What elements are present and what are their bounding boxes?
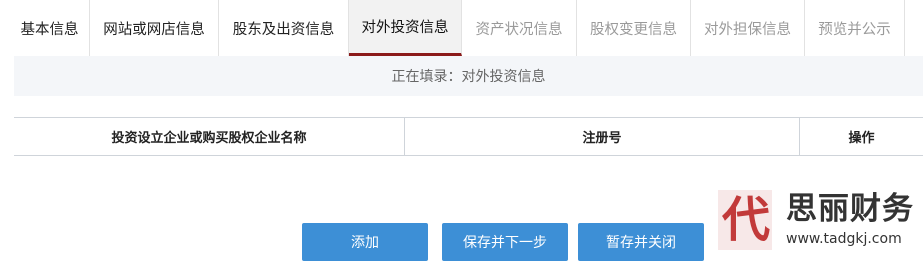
save-close-button[interactable]: 暂存并关闭 (578, 223, 704, 261)
tab-label: 预览并公示 (818, 21, 891, 38)
watermark-logo: 代 思丽财务 www.tadgkj.com (718, 190, 923, 260)
tab-bar: 基本信息 网站或网店信息 股东及出资信息 对外投资信息 资产状况信息 股权变更信… (10, 0, 923, 56)
tab-shareholder-info[interactable]: 股东及出资信息 (219, 0, 349, 56)
logo-char: 代 (722, 192, 771, 248)
status-text: 正在填录：对外投资信息 (391, 69, 546, 85)
tab-preview-publish[interactable]: 预览并公示 (805, 0, 905, 56)
tab-basic-info[interactable]: 基本信息 (10, 0, 90, 56)
save-next-button[interactable]: 保存并下一步 (442, 223, 568, 261)
tab-asset-status[interactable]: 资产状况信息 (462, 0, 577, 56)
tab-label: 基本信息 (20, 21, 79, 38)
logo-name: 思丽财务 (786, 191, 914, 227)
tab-label: 对外担保信息 (704, 21, 791, 38)
column-header-registration-number: 注册号 (405, 118, 800, 155)
tab-external-guarantee[interactable]: 对外担保信息 (691, 0, 805, 56)
tab-label: 股权变更信息 (590, 21, 677, 38)
tab-website-info[interactable]: 网站或网店信息 (90, 0, 219, 56)
investment-table: 投资设立企业或购买股权企业名称 注册号 操作 (14, 117, 923, 156)
column-header-actions: 操作 (848, 131, 875, 146)
logo-url: www.tadgkj.com (786, 231, 902, 247)
tab-label: 对外投资信息 (361, 20, 449, 36)
tab-label: 股东及出资信息 (232, 21, 335, 38)
tab-label: 网站或网店信息 (103, 21, 205, 38)
tab-label: 资产状况信息 (475, 21, 563, 38)
status-bar: 正在填录：对外投资信息 (14, 56, 923, 96)
tab-external-investment[interactable]: 对外投资信息 (349, 0, 462, 56)
logo-mark: 代 (718, 190, 772, 250)
tab-equity-change[interactable]: 股权变更信息 (577, 0, 691, 56)
column-header-company-name: 投资设立企业或购买股权企业名称 (14, 118, 405, 155)
add-button[interactable]: 添加 (302, 223, 428, 261)
